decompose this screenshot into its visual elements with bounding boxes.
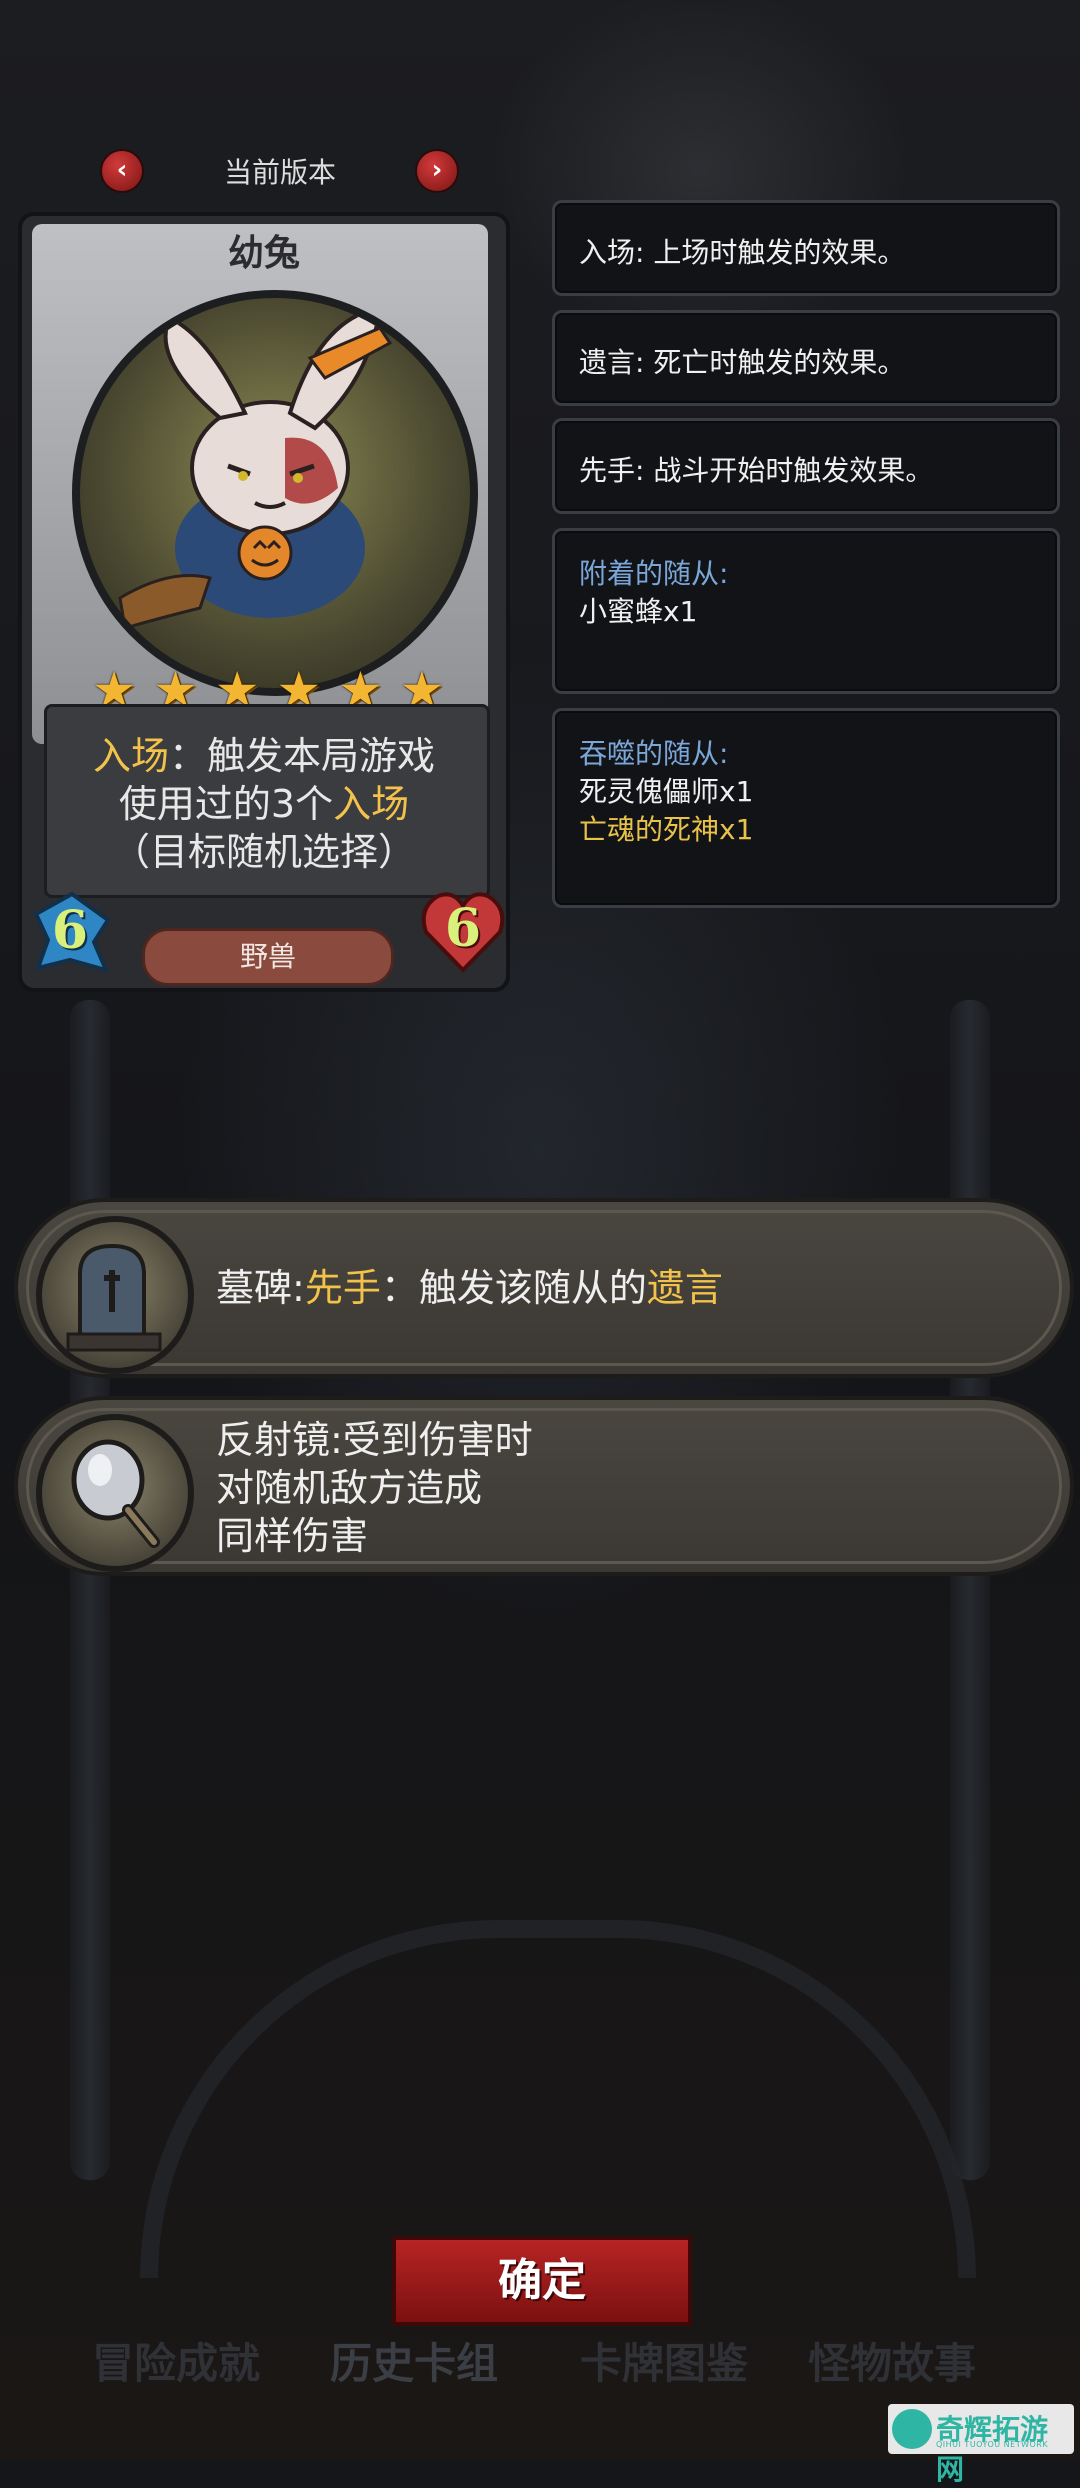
next-version-button[interactable]: › <box>415 149 459 193</box>
devoured-minions-content: 吞噬的随从: 死灵傀儡师x1 亡魂的死神x1 <box>579 735 753 849</box>
desc-part-3: （目标随机选择） <box>111 830 416 874</box>
attached-minions-panel: 附着的随从: 小蜜蜂x1 <box>552 528 1060 694</box>
frame-right <box>950 1000 990 2180</box>
card-name: 幼兔 <box>227 233 300 274</box>
devoured-item: 亡魂的死神x1 <box>579 813 754 846</box>
keyword-first-info: 先手: 战斗开始时触发效果。 <box>552 418 1060 514</box>
first-info-text: 先手: 战斗开始时触发效果。 <box>579 454 934 487</box>
devoured-item: 死灵傀儡师x1 <box>579 775 754 808</box>
mirror-description: 反射镜:受到伤害时 对随机敌方造成 同样伤害 <box>216 1416 533 1560</box>
equipment-row-tombstone[interactable]: 墓碑:先手：触发该随从的遗言 <box>14 1198 1074 1378</box>
keyword-deathrattle: 遗言 <box>646 1266 723 1310</box>
version-label: 当前版本 <box>223 156 336 189</box>
keyword-deathrattle-info: 遗言: 死亡时触发的效果。 <box>552 310 1060 406</box>
devoured-minions-panel: 吞噬的随从: 死灵傀儡师x1 亡魂的死神x1 <box>552 708 1060 908</box>
desc-part-2: 使用过的3个 <box>118 782 334 826</box>
mirror-line-1: 反射镜:受到伤害时 <box>216 1418 533 1462</box>
tab-achievements[interactable]: 冒险成就 <box>92 2330 260 2391</box>
attack-badge: 6 <box>30 890 111 974</box>
frame-left <box>70 1000 110 2180</box>
mirror-line-2: 对随机敌方造成 <box>216 1466 483 1510</box>
prev-version-button[interactable]: ‹ <box>100 149 144 193</box>
attached-item: 小蜜蜂x1 <box>579 595 698 628</box>
tab-history-deck[interactable]: 历史卡组 <box>330 2330 498 2391</box>
attached-minions-content: 附着的随从: 小蜜蜂x1 <box>579 555 728 631</box>
chevron-right-icon: › <box>431 155 443 185</box>
bunny-illustration <box>118 305 393 630</box>
bottom-tab-bar: 冒险成就 历史卡组 卡牌图鉴 怪物故事 <box>0 2320 1080 2390</box>
attached-heading: 附着的随从: <box>579 557 729 590</box>
tab-card-gallery[interactable]: 卡牌图鉴 <box>580 2330 748 2391</box>
tombstone-effect: ：触发该随从的 <box>380 1266 647 1310</box>
tab-monster-stories[interactable]: 怪物故事 <box>808 2330 976 2391</box>
deathrattle-info-text: 遗言: 死亡时触发的效果。 <box>579 346 906 379</box>
equipment-row-mirror[interactable]: 反射镜:受到伤害时 对随机敌方造成 同样伤害 <box>14 1396 1074 1576</box>
tombstone-description: 墓碑:先手：触发该随从的遗言 <box>216 1264 723 1312</box>
mirror-icon <box>36 1414 194 1572</box>
card-description: 入场：触发本局游戏 使用过的3个入场 （目标随机选择） <box>44 732 484 876</box>
tombstone-graphic <box>66 1243 162 1352</box>
mirror-graphic <box>71 1439 160 1548</box>
keyword-entry-info: 入场: 上场时触发的效果。 <box>552 200 1060 296</box>
watermark: 奇辉拓游网 QIHUI TUOYOU NETWORK <box>888 2404 1074 2486</box>
tombstone-icon <box>36 1216 194 1374</box>
tombstone-name: 墓碑: <box>216 1266 305 1310</box>
keyword-entry: 入场 <box>92 734 169 778</box>
tribe-tag: 野兽 <box>142 928 394 986</box>
attack-value: 6 <box>51 900 89 961</box>
version-selector: 当前版本 ‹ › <box>100 145 460 195</box>
minion-card: 幼兔 ★ ★ ★ ★ ★ ★ 入场：触发本局游戏 使用过的3个入场 （目标随机选… <box>18 212 510 992</box>
health-badge: 6 <box>420 888 506 974</box>
devoured-heading: 吞噬的随从: <box>579 737 729 770</box>
card-portrait <box>72 290 478 696</box>
keyword-first: 先手 <box>304 1266 381 1310</box>
watermark-subtitle: QIHUI TUOYOU NETWORK <box>936 2440 1049 2449</box>
confirm-button[interactable]: 确定 <box>392 2236 692 2326</box>
keyword-entry-2: 入场 <box>333 782 410 826</box>
desc-part-1: ：触发本局游戏 <box>169 734 436 778</box>
mirror-line-3: 同样伤害 <box>216 1514 369 1558</box>
health-value: 6 <box>444 898 482 959</box>
watermark-logo-icon <box>892 2409 932 2449</box>
entry-info-text: 入场: 上场时触发的效果。 <box>579 236 906 269</box>
chevron-left-icon: ‹ <box>116 155 128 185</box>
